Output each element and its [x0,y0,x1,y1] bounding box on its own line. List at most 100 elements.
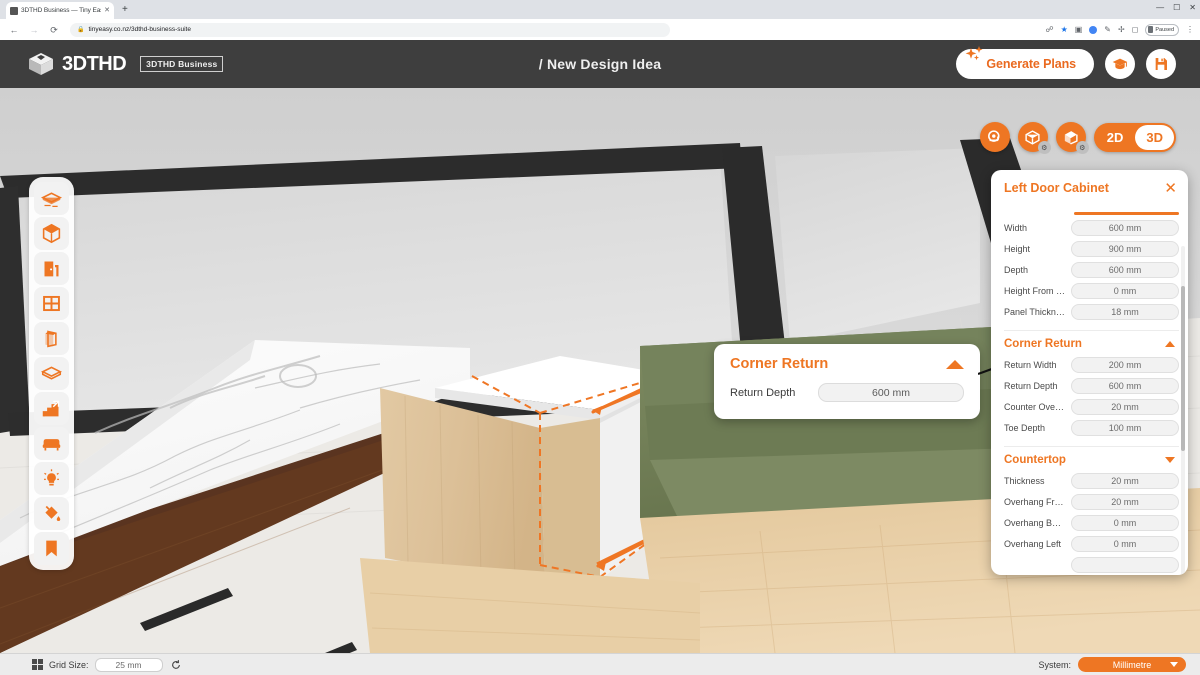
extension-blue-icon[interactable] [1089,25,1098,34]
paused-icon [1148,26,1154,33]
forward-icon[interactable]: → [24,23,44,37]
property-row: Counter Overhang 20 mm [1004,399,1179,415]
measure-button[interactable] [979,122,1010,152]
puzzle-icon[interactable]: ✢ [1118,25,1125,35]
camera-icon[interactable]: ▣ [1075,25,1083,35]
section-header-countertop[interactable]: Countertop [1004,446,1179,468]
browser-toolbar: ← → ⟳ 🔒 tinyeasy.co.nz/3dthd-business-su… [0,19,1200,40]
properties-scrollbar[interactable] [1181,246,1185,575]
lighting-tool[interactable] [34,462,69,495]
header-actions: Generate Plans [956,46,1176,79]
reload-icon[interactable]: ⟳ [44,23,64,37]
clipped-scrolled-row [1004,206,1179,215]
width-input[interactable]: 600 mm [1071,220,1179,236]
logo-badge: 3DTHD Business [140,56,224,72]
back-icon[interactable]: ← [4,23,24,37]
overhang-back-input[interactable]: 0 mm [1071,515,1179,531]
toe-depth-input[interactable]: 100 mm [1071,420,1179,436]
nav-buttons: ← → ⟳ [0,23,64,37]
overhang-front-input[interactable]: 20 mm [1071,494,1179,510]
close-window-button[interactable]: ✕ [1189,3,1196,13]
material-tool[interactable] [34,497,69,530]
chrome-menu-icon[interactable]: ⋮ [1186,25,1194,35]
return-depth-input[interactable]: 600 mm [1071,378,1179,394]
door-tool[interactable] [34,252,69,285]
property-label: Panel Thickness [1004,307,1066,317]
counter-overhang-input[interactable]: 20 mm [1071,399,1179,415]
sofa-icon [42,439,61,451]
learn-button[interactable] [1105,49,1135,79]
bookmark-star-icon[interactable]: ★ [1061,25,1068,35]
maximize-button[interactable]: ☐ [1173,3,1180,13]
floor-tool[interactable] [34,182,69,215]
height-input[interactable]: 900 mm [1071,241,1179,257]
section-header-corner-return[interactable]: Corner Return [1004,330,1179,352]
grid-size-input[interactable]: 25 mm [94,657,163,672]
reset-arrow-icon [172,659,180,669]
system-select[interactable]: Millimetre [1078,657,1186,672]
return-width-input[interactable]: 200 mm [1071,357,1179,373]
property-row: Height 900 mm [1004,241,1179,257]
dimension-toggle[interactable]: 2D 3D [1093,122,1176,152]
save-button[interactable] [1146,49,1176,79]
ceiling-tool[interactable] [34,357,69,390]
overhang-left-input[interactable]: 0 mm [1071,536,1179,552]
toggle-2d[interactable]: 2D [1096,125,1135,150]
eyedropper-icon[interactable]: ✎ [1104,25,1111,35]
left-tool-palette [29,177,74,570]
sidepanel-icon[interactable]: ◻ [1132,25,1139,35]
perspective-button[interactable]: ⚙ [1017,122,1051,154]
app-header: 3DTHD 3DTHD Business / New Design Idea G… [0,40,1200,88]
property-row: Depth 600 mm [1004,262,1179,278]
triangle-up-icon[interactable] [946,359,964,369]
stairs-tool[interactable] [34,392,69,425]
furniture-tool[interactable] [34,427,69,460]
property-label: Return Width [1004,360,1057,370]
section-title: Countertop [1004,454,1066,466]
share-icon[interactable]: ☍ [1045,25,1053,35]
property-label: Toe Depth [1004,423,1046,433]
properties-panel-body[interactable]: Width 600 mm Height 900 mm Depth 600 mm … [991,206,1188,575]
panel-thickness-input[interactable]: 18 mm [1071,304,1179,320]
partial-input[interactable] [1071,557,1179,573]
tab-close-icon[interactable]: ✕ [104,7,110,14]
save-disk-icon [1155,58,1167,70]
room-tool[interactable] [34,217,69,250]
room-view-button[interactable]: ⚙ [1055,122,1089,154]
wall-tool[interactable] [34,322,69,355]
triangle-up-icon[interactable] [1165,341,1175,347]
brand-logo[interactable]: 3DTHD 3DTHD Business [28,52,224,76]
unit-system-control: System: Millimetre [1038,657,1186,672]
tape-measure-icon [988,129,1000,142]
height-from-ground-input[interactable]: 0 mm [1071,283,1179,299]
triangle-down-icon[interactable] [1165,457,1175,463]
return-depth-input[interactable]: 600 mm [818,383,964,402]
close-icon[interactable]: ✕ [1164,181,1177,196]
gear-badge[interactable]: ⚙ [1075,141,1089,154]
scrollbar-thumb[interactable] [1181,286,1185,451]
property-row: Width 600 mm [1004,220,1179,236]
toggle-3d[interactable]: 3D [1135,124,1174,150]
minimize-button[interactable]: — [1156,3,1164,13]
property-label: Thickness [1004,476,1045,486]
depth-input[interactable]: 600 mm [1071,262,1179,278]
popup-title: Corner Return [730,356,829,372]
window-tool[interactable] [34,287,69,320]
new-tab-icon[interactable]: + [122,4,128,16]
address-bar[interactable]: 🔒 tinyeasy.co.nz/3dthd-business-suite [70,22,670,37]
bookmark-tool[interactable] [34,532,69,565]
generate-plans-button[interactable]: Generate Plans [956,46,1094,79]
section-title: Corner Return [1004,338,1082,350]
browser-tab[interactable]: 3DTHD Business — Tiny Easy - T ✕ [6,2,114,19]
reset-button[interactable] [169,658,184,672]
thickness-input[interactable]: 20 mm [1071,473,1179,489]
property-row: Overhang Front 20 mm [1004,494,1179,510]
property-row: Overhang Back 0 mm [1004,515,1179,531]
gear-badge[interactable]: ⚙ [1037,141,1051,154]
paused-badge[interactable]: Paused [1145,23,1179,36]
property-label: Counter Overhang [1004,402,1066,412]
grid-size-label: Grid Size: [49,659,89,670]
system-value: Millimetre [1112,659,1152,670]
property-row: Height From Gro... 0 mm [1004,283,1179,299]
sparkles-icon [965,46,983,61]
